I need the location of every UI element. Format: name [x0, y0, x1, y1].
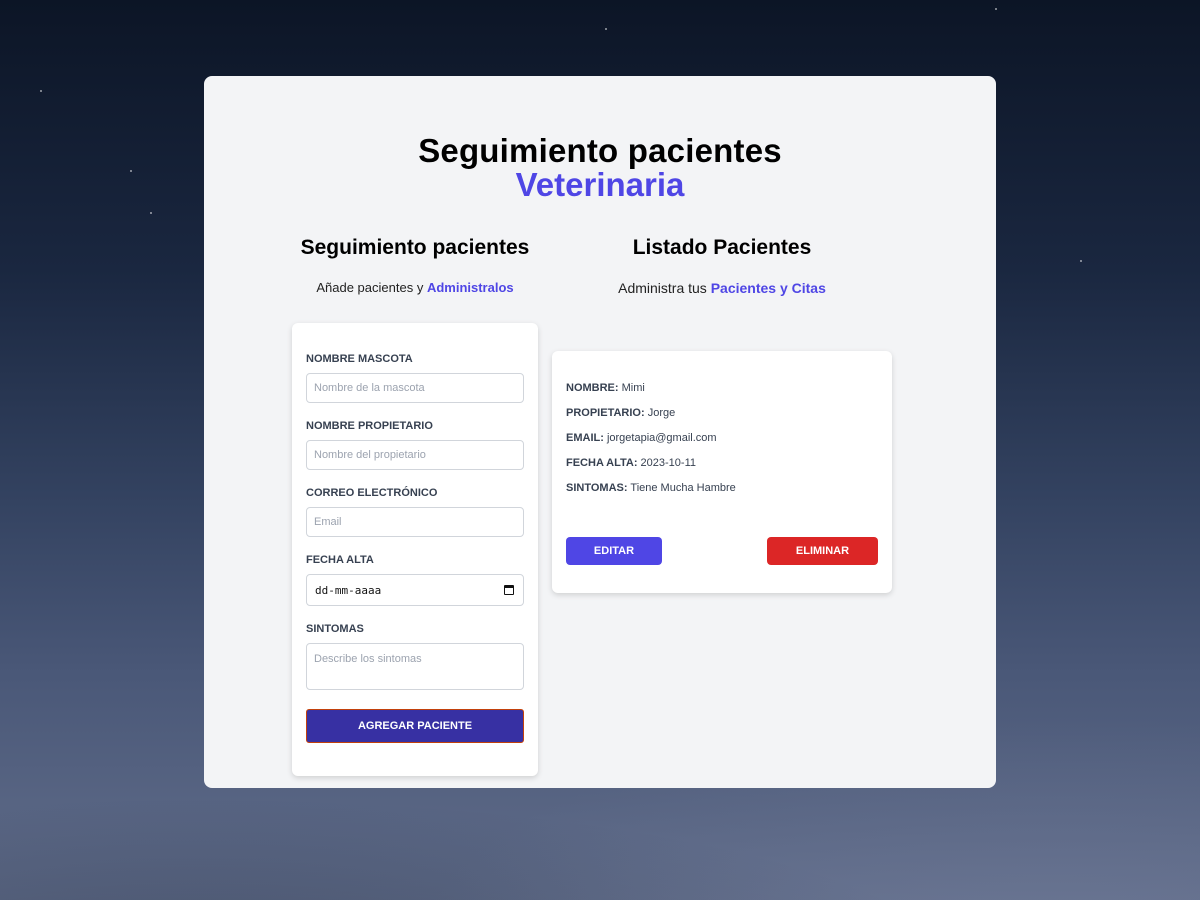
- patient-date-value: 2023-10-11: [640, 457, 696, 469]
- form-section-title: Seguimiento pacientes: [300, 236, 530, 259]
- list-section-title: Listado Pacientes: [632, 236, 812, 259]
- pet-name-group: Nombre Mascota: [306, 353, 524, 403]
- page-title-main: Seguimiento pacientes: [418, 132, 782, 169]
- form-section-subtitle-prefix: Añade pacientes y: [316, 280, 427, 295]
- list-section-header: Listado Pacientes Administra tus Pacient…: [552, 236, 892, 296]
- add-patient-button[interactable]: Agregar Paciente: [306, 709, 524, 743]
- form-section-subtitle: Añade pacientes y Administralos: [292, 280, 538, 295]
- patient-name-row: Nombre: Mimi: [566, 382, 878, 394]
- list-section-subtitle: Administra tus Pacientes y Citas: [552, 280, 892, 296]
- owner-name-input[interactable]: [306, 440, 524, 470]
- patient-owner-row: Propietario: Jorge: [566, 407, 878, 419]
- symptoms-group: Sintomas: [306, 623, 524, 695]
- page-title-accent: Veterinaria: [515, 166, 685, 203]
- owner-name-group: Nombre Propietario: [306, 420, 524, 470]
- patient-symptoms-value: Tiene Mucha Hambre: [630, 482, 736, 494]
- pet-name-input[interactable]: [306, 373, 524, 403]
- email-label: Correo Electrónico: [306, 487, 438, 499]
- patient-date-key: Fecha Alta:: [566, 457, 638, 469]
- date-label: Fecha Alta: [306, 554, 374, 566]
- form-section-header: Seguimiento pacientes Añade pacientes y …: [292, 236, 538, 295]
- patient-form: Nombre Mascota Nombre Propietario Correo…: [292, 323, 538, 776]
- date-input[interactable]: dd-mm-aaaa: [306, 574, 524, 606]
- patient-owner-key: Propietario:: [566, 407, 645, 419]
- list-section-subtitle-accent: Pacientes y Citas: [710, 280, 826, 296]
- edit-button[interactable]: Editar: [566, 537, 662, 565]
- list-section-subtitle-prefix: Administra tus: [618, 280, 711, 296]
- calendar-icon[interactable]: [504, 585, 514, 595]
- patient-owner-value: Jorge: [647, 407, 676, 419]
- owner-name-label: Nombre Propietario: [306, 420, 433, 432]
- date-input-text: dd-mm-aaaa: [315, 584, 382, 597]
- delete-button[interactable]: Eliminar: [767, 537, 878, 565]
- symptoms-label: Sintomas: [306, 623, 364, 635]
- pet-name-label: Nombre Mascota: [306, 353, 413, 365]
- patient-name-value: Mimi: [621, 382, 645, 394]
- form-section-subtitle-accent: Administralos: [426, 280, 514, 295]
- main-panel: Seguimiento pacientes Veterinaria Seguim…: [204, 76, 996, 788]
- email-group: Correo Electrónico: [306, 487, 524, 537]
- date-group: Fecha Alta dd-mm-aaaa: [306, 554, 524, 606]
- symptoms-textarea[interactable]: [306, 643, 524, 690]
- patient-card: Nombre: Mimi Propietario: Jorge Email: j…: [552, 351, 892, 593]
- patient-date-row: Fecha Alta: 2023-10-11: [566, 457, 878, 469]
- patient-symptoms-key: Sintomas:: [566, 482, 628, 494]
- patient-email-key: Email:: [566, 432, 604, 444]
- patient-name-key: Nombre:: [566, 382, 619, 394]
- patient-email-row: Email: jorgetapia@gmail.com: [566, 432, 878, 444]
- patient-email-value: jorgetapia@gmail.com: [606, 432, 717, 444]
- patient-symptoms-row: Sintomas: Tiene Mucha Hambre: [566, 482, 878, 494]
- page-title: Seguimiento pacientes Veterinaria: [204, 134, 996, 202]
- email-input[interactable]: [306, 507, 524, 537]
